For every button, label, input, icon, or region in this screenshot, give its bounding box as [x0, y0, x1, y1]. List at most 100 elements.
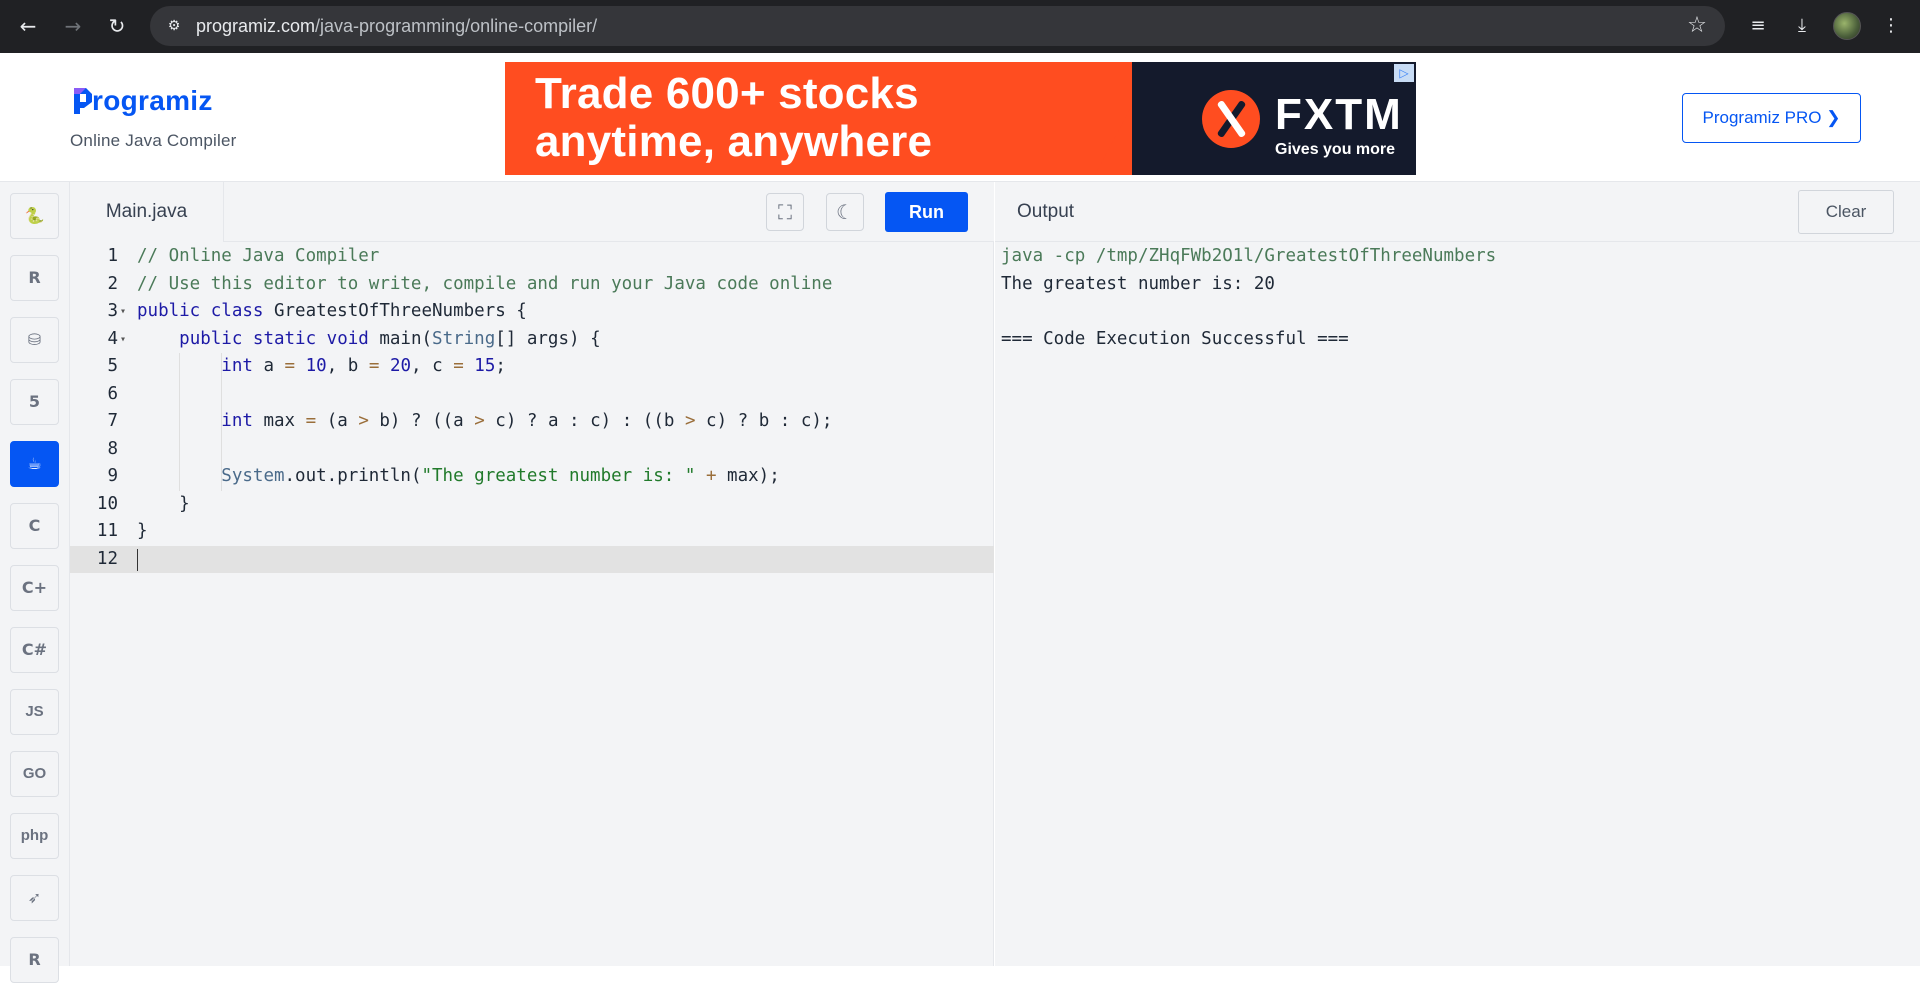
line-number: 9 [107, 466, 118, 486]
advertisement-banner[interactable]: Trade 600+ stocks anytime, anywhere FXTM… [505, 62, 1416, 175]
swift-icon[interactable]: ➶ [10, 875, 59, 921]
code-token: .out.println( [284, 466, 422, 486]
ad-headline-line-2: anytime, anywhere [535, 117, 933, 166]
code-text: System.out.println("The greatest number … [137, 463, 779, 491]
output-line: === Code Execution Successful === [1001, 328, 1349, 349]
code-token: b) ? ((a [368, 411, 475, 431]
java-icon[interactable]: ☕ [10, 441, 59, 487]
editor-toolbar: Main.java ⛶ ☾ Run [70, 182, 994, 242]
ad-tagline: Gives you more [1275, 141, 1396, 158]
code-line[interactable]: 9 System.out.println("The greatest numbe… [70, 463, 994, 491]
code-line[interactable]: 4 ▾ public static void main(String[] args… [70, 326, 994, 354]
line-number: 1 [107, 246, 118, 266]
code-token: = [453, 356, 464, 376]
code-token: System [221, 466, 285, 486]
line-number: 7 [107, 411, 118, 431]
code-token: GreatestOfThreeNumbers { [273, 301, 527, 321]
python-icon[interactable]: 🐍 [10, 193, 59, 239]
url-text[interactable]: programiz.com/java-programming/online-co… [196, 6, 597, 46]
code-line[interactable]: 5 int a = 10, b = 20, c = 15; [70, 353, 994, 381]
site-info-icon[interactable]: ⚙ [164, 16, 184, 36]
html5-icon[interactable]: 5 [10, 379, 59, 425]
line-number: 8 [107, 438, 118, 459]
code-line[interactable]: 8 [70, 436, 994, 464]
code-line[interactable]: 3 ▾ public class GreatestOfThreeNumbers { [70, 298, 994, 326]
ad-headline: Trade 600+ stocks anytime, anywhere [535, 70, 932, 166]
adchoices-icon[interactable]: ▷ [1394, 64, 1414, 82]
go-icon[interactable]: GO [10, 751, 59, 797]
code-token: + [705, 466, 717, 486]
code-line[interactable]: 12 [70, 545, 994, 573]
bookmark-star-icon[interactable]: ☆ [1685, 14, 1709, 38]
media-control-icon[interactable]: ≡ [1745, 13, 1771, 39]
browser-toolbar: ← → ↻ ⚙ programiz.com/java-programming/o… [0, 0, 1920, 53]
code-text: int max = (a > b) ? ((a > c) ? a : c) : … [137, 408, 832, 436]
code-token: } [137, 493, 190, 514]
line-number: 11 [96, 521, 118, 541]
programiz-pro-button[interactable]: Programiz PRO ❯ [1682, 93, 1861, 143]
code-text: public static void main(String[] args) { [137, 326, 600, 354]
output-title: Output [1017, 201, 1075, 222]
forward-arrow-icon[interactable]: → [60, 13, 86, 39]
code-token: 10 [305, 356, 327, 376]
browser-menu-icon[interactable]: ⋮ [1878, 13, 1904, 39]
run-button[interactable]: Run [885, 192, 968, 232]
address-bar[interactable]: ⚙ programiz.com/java-programming/online-… [150, 6, 1725, 46]
dark-mode-moon-icon[interactable]: ☾ [826, 193, 864, 231]
code-line[interactable]: 2 // Use this editor to write, compile an… [70, 271, 994, 299]
code-text: // Online Java Compiler [137, 243, 379, 271]
fold-arrow-icon[interactable]: ▾ [120, 298, 126, 326]
code-line[interactable]: 11} [70, 518, 994, 546]
code-editor[interactable]: 1 // Online Java Compiler 2 // Use this edi… [70, 242, 994, 966]
code-token: "The greatest number is: " [421, 466, 696, 486]
code-token: , c [411, 356, 454, 376]
code-token: String [432, 328, 496, 349]
code-token: // Use this editor to write, compile and… [137, 273, 833, 294]
code-token: } [137, 521, 148, 541]
output-toolbar: Output Clear [995, 182, 1920, 242]
site-header: rogramiz Online Java Compiler Trade 600+… [0, 53, 1920, 182]
download-icon[interactable]: ⤓ [1789, 13, 1815, 39]
cplusplus-icon[interactable]: C+ [10, 565, 59, 611]
csharp-icon[interactable]: C# [10, 627, 59, 673]
rust-icon[interactable]: R [10, 937, 59, 983]
code-line[interactable]: 1 // Online Java Compiler [70, 243, 994, 271]
indent-guide [179, 353, 180, 491]
fxtm-logo-icon [1202, 90, 1260, 148]
reload-icon[interactable]: ↻ [104, 13, 130, 39]
code-line[interactable]: 10 } [70, 491, 994, 519]
code-token: > [684, 411, 696, 431]
r-icon[interactable]: R [10, 255, 59, 301]
fullscreen-icon[interactable]: ⛶ [766, 193, 804, 231]
code-text: } [137, 518, 148, 546]
php-icon[interactable]: php [10, 813, 59, 859]
clear-button[interactable]: Clear [1798, 190, 1894, 234]
code-text: } [137, 491, 190, 519]
back-arrow-icon[interactable]: ← [15, 13, 41, 39]
text-cursor [137, 548, 138, 571]
file-tab-main-java[interactable]: Main.java [70, 182, 224, 242]
c-icon[interactable]: C [10, 503, 59, 549]
profile-avatar[interactable] [1833, 12, 1861, 40]
code-line[interactable]: 6 [70, 381, 994, 409]
code-text: // Use this editor to write, compile and… [137, 271, 832, 299]
output-line: The greatest number is: 20 [1001, 273, 1275, 294]
code-token: int [221, 356, 264, 376]
programiz-logo[interactable]: rogramiz [72, 85, 213, 117]
sql-icon[interactable]: ⛁ [10, 317, 59, 363]
code-token: public class [137, 301, 274, 321]
ad-headline-line-1: Trade 600+ stocks [535, 69, 919, 118]
javascript-icon[interactable]: JS [10, 689, 59, 735]
code-token: public static void [179, 328, 380, 349]
code-token: int [221, 411, 264, 431]
code-token: > [358, 411, 369, 431]
code-line[interactable]: 7 int max = (a > b) ? ((a > c) ? a : c) … [70, 408, 994, 436]
code-token: ; [495, 356, 506, 376]
fold-arrow-icon[interactable]: ▾ [120, 326, 126, 354]
code-token: > [474, 411, 485, 431]
code-token: c) ? b : c); [695, 411, 833, 431]
code-token: main( [379, 328, 433, 349]
